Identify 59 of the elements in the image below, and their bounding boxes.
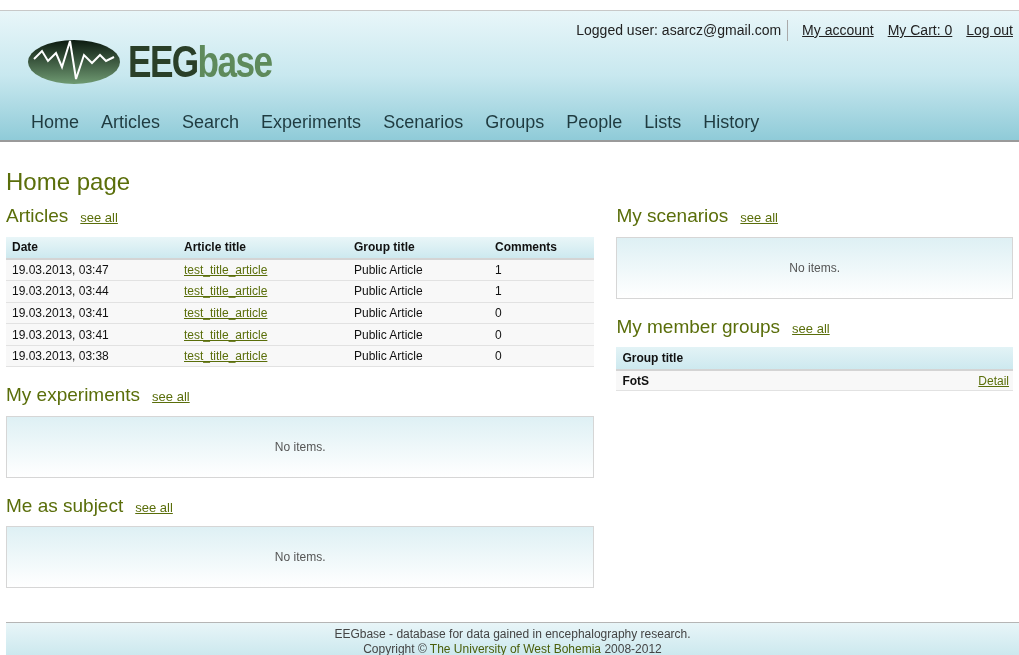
article-link[interactable]: test_title_article bbox=[184, 284, 268, 299]
table-cell-text: 1 bbox=[495, 283, 503, 301]
nav-link[interactable]: People bbox=[566, 109, 623, 136]
nav-link[interactable]: Experiments bbox=[261, 109, 362, 136]
table-cell-text: Public Article bbox=[354, 261, 424, 279]
table-cell-text: 0 bbox=[495, 326, 503, 344]
wave-logo-icon bbox=[26, 37, 122, 87]
detail-link[interactable]: Detail bbox=[978, 371, 1009, 390]
footer-text: EEGbase - database for data gained in encephalography research. bbox=[333, 627, 692, 642]
table-cell-text: 19.03.2013, 03:38 bbox=[12, 348, 110, 366]
section-heading: Articles bbox=[6, 204, 69, 228]
no-items-text: No items. bbox=[274, 438, 326, 456]
see-all-link[interactable]: see all bbox=[792, 318, 830, 338]
article-link[interactable]: test_title_article bbox=[184, 306, 268, 320]
nav-link[interactable]: Search bbox=[182, 109, 240, 136]
user-link[interactable]: My Cart: 0 bbox=[887, 20, 953, 41]
no-items-text: No items. bbox=[789, 259, 841, 277]
table-cell-text: 19.03.2013, 03:44 bbox=[12, 283, 110, 301]
logged-user-text: Logged user: asarcz@gmail.com bbox=[576, 20, 789, 41]
page-title: Home page bbox=[6, 170, 132, 194]
university-link[interactable]: The University of West Bohemia bbox=[429, 642, 602, 655]
column-header: Group title bbox=[354, 238, 416, 256]
article-link[interactable]: test_title_article bbox=[184, 262, 268, 277]
table-cell-text: 0 bbox=[495, 348, 503, 366]
see-all-link[interactable]: see all bbox=[80, 208, 118, 228]
section-heading: My experiments bbox=[6, 383, 141, 408]
nav-link[interactable]: Articles bbox=[101, 109, 161, 136]
column-header: Article title bbox=[184, 238, 247, 256]
table-cell-text: 19.03.2013, 03:41 bbox=[12, 326, 110, 344]
table-cell-text: Public Article bbox=[354, 348, 424, 366]
article-link[interactable]: test_title_article bbox=[184, 327, 268, 342]
table-cell-text: 19.03.2013, 03:47 bbox=[12, 261, 110, 279]
column-header: Date bbox=[12, 238, 39, 256]
table-cell-text: Public Article bbox=[354, 283, 424, 301]
user-link[interactable]: Log out bbox=[966, 20, 1013, 41]
see-all-link[interactable]: see all bbox=[152, 387, 190, 407]
see-all-link[interactable]: see all bbox=[740, 208, 778, 228]
section-heading: Me as subject bbox=[6, 493, 124, 518]
column-header: Group title bbox=[622, 350, 684, 367]
article-link[interactable]: test_title_article bbox=[184, 349, 268, 364]
logo-text: EEGbase bbox=[128, 40, 272, 84]
table-cell-text: 0 bbox=[495, 305, 503, 322]
no-items-text: No items. bbox=[274, 549, 326, 567]
table-cell-text: Public Article bbox=[354, 305, 424, 322]
nav-link[interactable]: Scenarios bbox=[383, 109, 464, 136]
table-cell-text: 1 bbox=[495, 261, 503, 279]
user-link[interactable]: My account bbox=[802, 20, 874, 41]
table-cell-text: FotS bbox=[622, 372, 650, 390]
section-heading: My scenarios bbox=[616, 204, 729, 228]
table-cell-text: Public Article bbox=[354, 326, 424, 344]
column-header: Comments bbox=[495, 238, 558, 256]
nav-link[interactable]: Home bbox=[31, 109, 79, 136]
section-heading: My member groups bbox=[616, 314, 781, 339]
nav-link[interactable]: Lists bbox=[644, 109, 682, 136]
copyright-text: Copyright © The University of West Bohemia 2008-2012 bbox=[362, 642, 663, 655]
nav-link[interactable]: History bbox=[703, 109, 760, 136]
nav-link[interactable]: Groups bbox=[485, 109, 545, 136]
see-all-link[interactable]: see all bbox=[135, 497, 173, 518]
table-cell-text: 19.03.2013, 03:41 bbox=[12, 305, 110, 322]
